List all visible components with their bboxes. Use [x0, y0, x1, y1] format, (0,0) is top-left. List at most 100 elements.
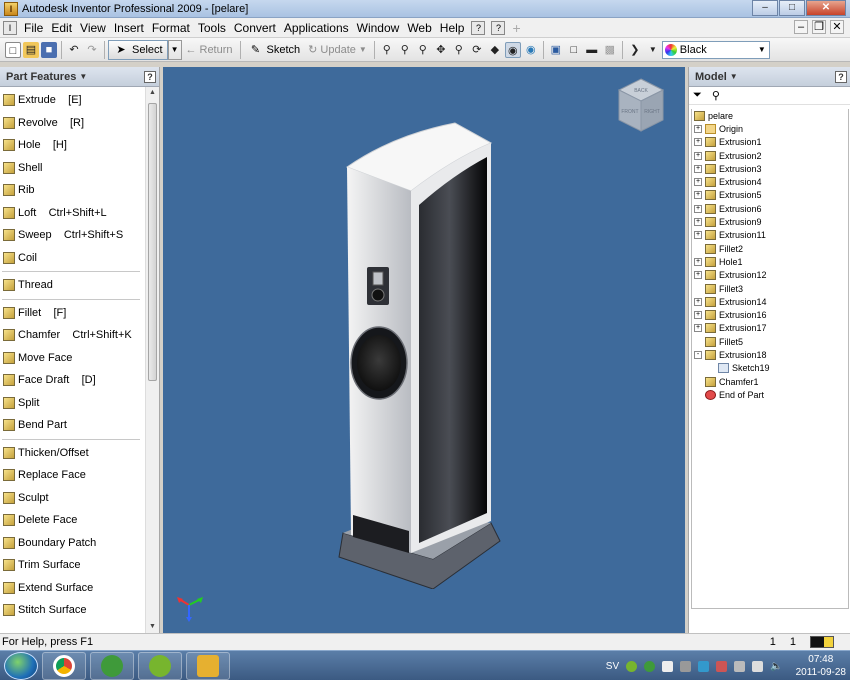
feature-rib[interactable]: Rib: [0, 179, 146, 202]
menu-tools[interactable]: Tools: [194, 21, 230, 35]
tree-node-origin[interactable]: + Origin: [692, 122, 848, 135]
tree-node-hole1[interactable]: + Hole1: [692, 255, 848, 268]
part-features-header[interactable]: Part Features ▼ ?: [0, 67, 159, 87]
filter-icon[interactable]: ⏷: [693, 89, 702, 102]
add-icon[interactable]: +: [512, 20, 520, 36]
find-icon[interactable]: ⚲: [712, 89, 720, 102]
feature-move-face[interactable]: Move Face: [0, 347, 146, 370]
tree-node-extrusion2[interactable]: + Extrusion2: [692, 149, 848, 162]
feature-boundary-patch[interactable]: Boundary Patch: [0, 532, 146, 555]
expand-icon[interactable]: +: [694, 311, 702, 320]
language-indicator[interactable]: SV: [606, 661, 619, 672]
feature-delete-face[interactable]: Delete Face: [0, 509, 146, 532]
select-dropdown[interactable]: ▼: [167, 39, 182, 60]
look-at-button[interactable]: ◆: [487, 41, 503, 59]
tree-node-extrusion4[interactable]: + Extrusion4: [692, 175, 848, 188]
feature-coil[interactable]: Coil: [0, 247, 146, 270]
start-button[interactable]: [4, 651, 38, 680]
tree-node-end-of-part[interactable]: End of Part: [692, 388, 848, 401]
feature-trim-surface[interactable]: Trim Surface: [0, 554, 146, 577]
expand-icon[interactable]: +: [694, 178, 702, 187]
close-button[interactable]: ✕: [806, 0, 846, 16]
spotify-tray-icon[interactable]: [626, 660, 638, 672]
appearance-button[interactable]: ◉: [523, 41, 539, 59]
color-style-select[interactable]: Black ▼: [661, 40, 770, 59]
expand-icon[interactable]: +: [694, 297, 702, 306]
expand-icon[interactable]: +: [694, 151, 702, 160]
tree-node-extrusion14[interactable]: + Extrusion14: [692, 295, 848, 308]
security-icon[interactable]: [698, 660, 710, 672]
menu-web[interactable]: Web: [403, 21, 435, 35]
scroll-down-icon[interactable]: ▼: [146, 621, 159, 633]
feature-thicken-offset[interactable]: Thicken/Offset: [0, 442, 146, 465]
graphics-viewport[interactable]: BACK FRONT RIGHT: [163, 67, 685, 633]
tree-node-extrusion18[interactable]: - Extrusion18: [692, 348, 848, 361]
menu-view[interactable]: View: [76, 21, 110, 35]
tree-node-pelare[interactable]: pelare: [692, 109, 848, 122]
menu-file[interactable]: File: [20, 21, 47, 35]
doc-minimize-button[interactable]: –: [794, 20, 808, 34]
feature-bend-part[interactable]: Bend Part: [0, 414, 146, 437]
orbit-button[interactable]: ⟳: [469, 41, 485, 59]
expand-icon[interactable]: +: [694, 324, 702, 333]
pan-button[interactable]: ✥: [433, 41, 449, 59]
menu-format[interactable]: Format: [148, 21, 194, 35]
feature-split[interactable]: Split: [0, 392, 146, 415]
tree-node-fillet5[interactable]: Fillet5: [692, 335, 848, 348]
expand-icon[interactable]: +: [694, 231, 702, 240]
expand-icon[interactable]: +: [694, 271, 702, 280]
action-center-icon[interactable]: [662, 660, 674, 672]
feature-sculpt[interactable]: Sculpt: [0, 487, 146, 510]
expand-icon[interactable]: +: [694, 204, 702, 213]
feature-fillet[interactable]: Fillet [F]: [0, 302, 146, 325]
expand-icon[interactable]: +: [694, 257, 702, 266]
undo-button[interactable]: ↶: [66, 41, 82, 59]
feature-thread[interactable]: Thread: [0, 274, 146, 297]
tree-node-extrusion1[interactable]: + Extrusion1: [692, 136, 848, 149]
expand-icon[interactable]: +: [694, 164, 702, 173]
inventor-app-icon[interactable]: I: [4, 1, 18, 16]
zoom-selected-button[interactable]: ⚲: [451, 41, 467, 59]
zoom-all-button[interactable]: ⚲: [379, 41, 395, 59]
menu-applications[interactable]: Applications: [280, 21, 353, 35]
taskbar-utorrent[interactable]: [90, 651, 134, 680]
menu-help[interactable]: Help: [436, 21, 469, 35]
feature-loft[interactable]: Loft Ctrl+Shift+L: [0, 202, 146, 225]
help-topics-icon[interactable]: ?: [471, 20, 486, 35]
expand-icon[interactable]: +: [694, 191, 702, 200]
tree-node-extrusion3[interactable]: + Extrusion3: [692, 162, 848, 175]
section-button[interactable]: ▩: [602, 41, 618, 59]
tray-app-icon[interactable]: [734, 660, 746, 672]
help-icon[interactable]: ?: [144, 70, 156, 83]
feature-chamfer[interactable]: Chamfer Ctrl+Shift+K: [0, 324, 146, 347]
feature-hole[interactable]: Hole [H]: [0, 134, 146, 157]
tray-app-icon[interactable]: [716, 660, 728, 672]
utorrent-tray-icon[interactable]: [644, 660, 656, 672]
menu-window[interactable]: Window: [353, 21, 404, 35]
sketch-button[interactable]: ✎ Sketch: [244, 40, 305, 60]
zoom-button[interactable]: ⚲: [415, 41, 431, 59]
whats-this-icon[interactable]: ?: [491, 20, 506, 35]
shadow-button[interactable]: ▬: [584, 41, 600, 59]
feature-extrude[interactable]: Extrude [E]: [0, 89, 146, 112]
new-button[interactable]: □: [5, 41, 21, 59]
tree-node-extrusion5[interactable]: + Extrusion5: [692, 189, 848, 202]
collapse-icon[interactable]: -: [694, 350, 702, 359]
tree-node-extrusion16[interactable]: + Extrusion16: [692, 308, 848, 321]
feature-sweep[interactable]: Sweep Ctrl+Shift+S: [0, 224, 146, 247]
taskbar-spotify[interactable]: [138, 651, 182, 680]
doc-restore-button[interactable]: ❐: [812, 20, 826, 34]
taskbar-inventor[interactable]: [186, 651, 230, 680]
tray-app-icon[interactable]: [680, 660, 692, 672]
clock[interactable]: 07:48 2011-09-28: [796, 653, 846, 679]
tree-node-chamfer1[interactable]: Chamfer1: [692, 375, 848, 388]
model-browser-header[interactable]: Model ▼ ?: [689, 67, 850, 87]
select-button[interactable]: ➤ Select: [108, 39, 168, 60]
analysis-button[interactable]: ❯: [627, 41, 643, 59]
maximize-button[interactable]: □: [779, 0, 805, 16]
tree-node-extrusion9[interactable]: + Extrusion9: [692, 215, 848, 228]
shaded-display-button[interactable]: ◉: [504, 41, 521, 59]
open-button[interactable]: ▤: [23, 41, 39, 59]
display-mode-button[interactable]: ▣: [548, 41, 564, 59]
tree-node-extrusion17[interactable]: + Extrusion17: [692, 322, 848, 335]
